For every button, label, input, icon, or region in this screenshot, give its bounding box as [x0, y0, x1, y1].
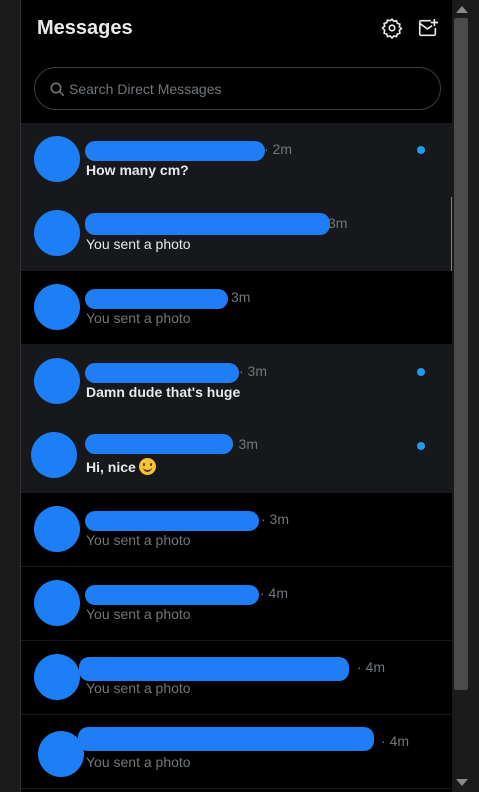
- preview-text: Hi, nice: [86, 459, 136, 475]
- window-frame: [0, 0, 20, 792]
- redacted-name: [85, 289, 228, 309]
- avatar[interactable]: [34, 136, 80, 182]
- conversation-row[interactable]: · 3m You sent a photo: [21, 493, 452, 567]
- messages-panel: Messages Search Direct Messages · 2m How…: [20, 0, 452, 792]
- message-preview: Hi, nice: [86, 458, 156, 475]
- message-time: 3m: [328, 215, 348, 231]
- search-input[interactable]: Search Direct Messages: [34, 67, 441, 110]
- message-preview: How many cm?: [86, 162, 189, 178]
- unread-indicator: [417, 368, 425, 376]
- message-preview: You sent a photo: [86, 236, 191, 252]
- message-preview: You sent a photo: [86, 680, 191, 696]
- avatar[interactable]: [34, 580, 80, 626]
- conversation-list: · 2m How many cm? 3m You sent a photo 3m…: [21, 123, 452, 789]
- message-preview: You sent a photo: [86, 532, 191, 548]
- redacted-name: [79, 657, 349, 681]
- scrollbar-thumb[interactable]: [454, 18, 468, 690]
- message-time: 3m: [231, 289, 251, 305]
- scroll-up-arrow[interactable]: [456, 6, 468, 13]
- message-preview: You sent a photo: [86, 754, 191, 770]
- conversation-row[interactable]: · 2m How many cm?: [21, 123, 452, 197]
- messages-header: Messages: [21, 0, 452, 58]
- unread-indicator: [417, 442, 425, 450]
- search-placeholder: Search Direct Messages: [69, 81, 222, 97]
- conversation-row[interactable]: · 4m You sent a photo: [21, 641, 452, 715]
- redacted-name: [85, 141, 265, 161]
- message-time: · 4m: [357, 659, 385, 675]
- message-time: · 2m: [264, 141, 292, 157]
- avatar[interactable]: [34, 284, 80, 330]
- redacted-name: [85, 511, 259, 531]
- slightly-smiling-face-emoji: [138, 458, 156, 475]
- avatar[interactable]: [34, 654, 80, 700]
- message-time: · 3m: [261, 511, 289, 527]
- new-message-icon[interactable]: [417, 17, 441, 41]
- conversation-row[interactable]: 3m You sent a photo: [21, 197, 452, 271]
- redacted-name: [85, 363, 239, 383]
- redacted-name: [85, 585, 259, 605]
- message-preview: You sent a photo: [86, 606, 191, 622]
- conversation-row[interactable]: · 4m You sent a photo: [21, 567, 452, 641]
- unread-indicator: [417, 146, 425, 154]
- avatar[interactable]: [34, 506, 80, 552]
- redacted-name: [85, 213, 330, 235]
- conversation-row[interactable]: · 4m You sent a photo: [21, 715, 452, 789]
- conversation-row[interactable]: · 3m Hi, nice: [21, 419, 452, 493]
- gear-icon[interactable]: [381, 17, 405, 41]
- message-time: · 3m: [239, 363, 267, 379]
- redacted-name: [78, 727, 374, 751]
- conversation-row[interactable]: · 3m Damn dude that's huge: [21, 345, 452, 419]
- redacted-name: [85, 434, 233, 454]
- message-preview: Damn dude that's huge: [86, 384, 241, 400]
- page-title: Messages: [37, 17, 133, 39]
- search-icon: [50, 82, 65, 97]
- conversation-row[interactable]: 3m You sent a photo: [21, 271, 452, 345]
- message-time: · 4m: [381, 733, 409, 749]
- message-preview: You sent a photo: [86, 310, 191, 326]
- avatar[interactable]: [34, 210, 80, 256]
- message-time: · 3m: [230, 436, 258, 452]
- avatar[interactable]: [34, 358, 80, 404]
- scroll-down-arrow[interactable]: [456, 779, 468, 786]
- message-time: · 4m: [260, 585, 288, 601]
- avatar[interactable]: [31, 432, 77, 478]
